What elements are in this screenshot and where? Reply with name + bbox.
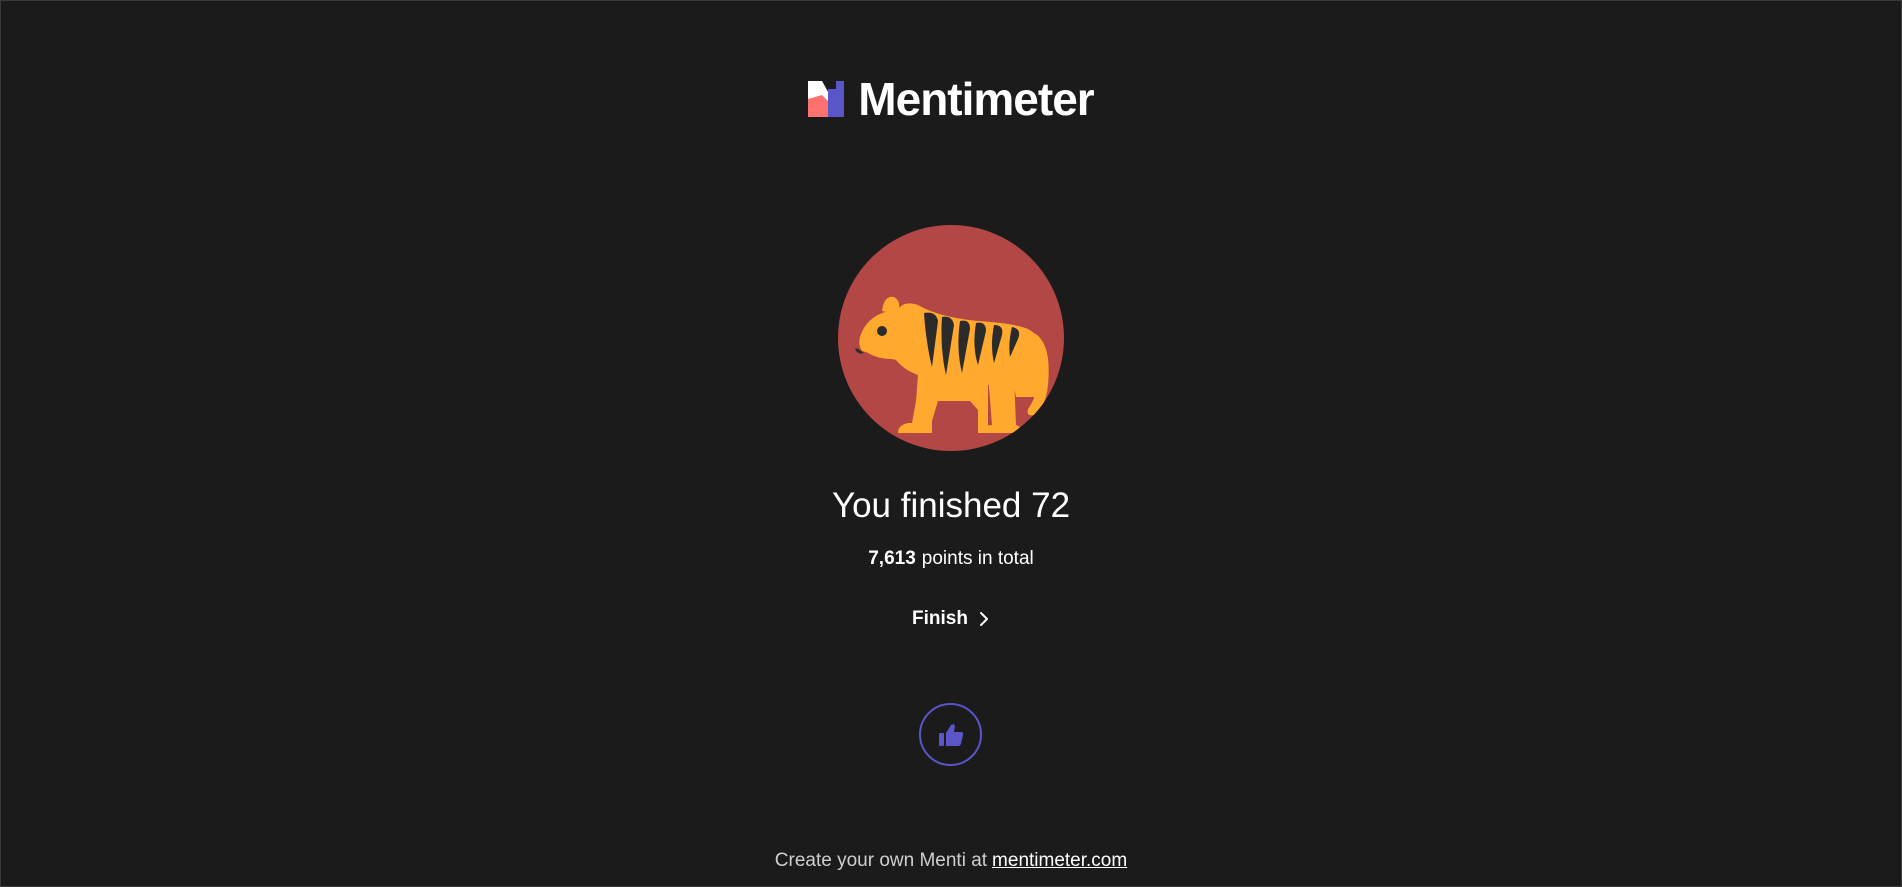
mentimeter-logo: Mentimeter <box>1 76 1901 122</box>
chevron-right-icon <box>979 612 988 626</box>
mentimeter-link[interactable]: mentimeter.com <box>992 850 1127 871</box>
result-title: You finished 72 <box>831 486 1071 525</box>
footer-text: Create your own Menti at <box>774 850 988 871</box>
points-label: points in total <box>921 548 1034 569</box>
tiger-icon <box>855 296 1049 433</box>
results-page: Mentimeter You finished 72 7,613 points … <box>0 0 1902 887</box>
footer: Create your own Menti at mentimeter.com <box>1 849 1901 873</box>
avatar <box>838 225 1064 451</box>
logo-wordmark: Mentimeter <box>858 73 1094 125</box>
points-summary: 7,613 points in total <box>1 547 1901 571</box>
finish-button[interactable]: Finish <box>904 604 998 634</box>
like-button[interactable] <box>919 703 982 766</box>
finish-button-label: Finish <box>912 608 968 629</box>
mentimeter-logo-mark-icon <box>808 81 845 117</box>
thumbs-up-icon <box>938 723 963 746</box>
points-value: 7,613 <box>868 548 916 569</box>
